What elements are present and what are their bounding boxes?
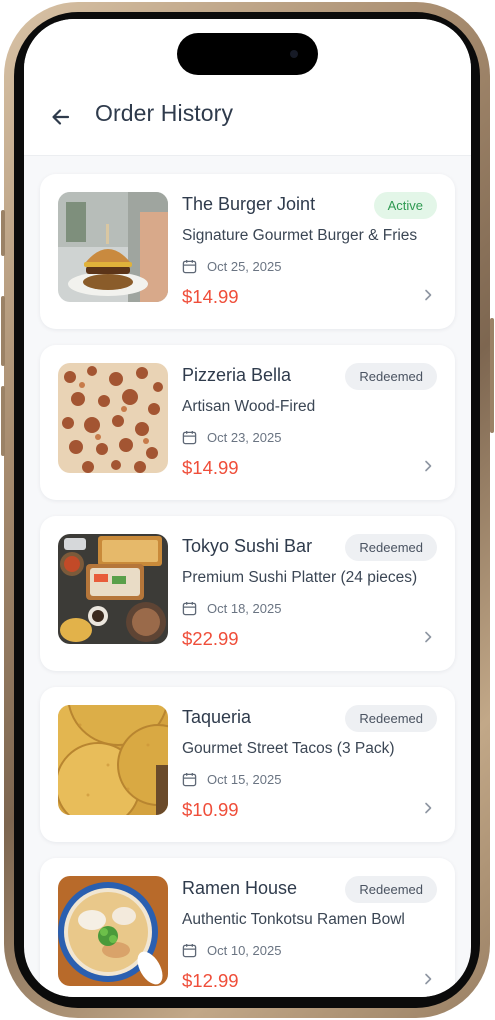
order-item: Artisan Wood-Fired	[182, 398, 316, 415]
burger-photo	[58, 192, 168, 302]
status-badge: Active	[373, 192, 437, 219]
arrow-left-icon	[52, 109, 70, 125]
order-date: Oct 25, 2025	[207, 258, 282, 274]
dynamic-island	[177, 33, 318, 75]
calendar-icon	[182, 601, 197, 615]
order-date: Oct 15, 2025	[207, 771, 282, 787]
side-button-left-2	[1, 296, 5, 366]
status-badge: Redeemed	[345, 876, 437, 903]
order-card[interactable]: Pizzeria Bella Redeemed Artisan Wood-Fir…	[40, 345, 455, 500]
order-date: Oct 10, 2025	[207, 942, 282, 958]
order-card[interactable]: Ramen House Redeemed Authentic Tonkotsu …	[40, 858, 455, 997]
order-card[interactable]: Tokyo Sushi Bar Redeemed Premium Sushi P…	[40, 516, 455, 671]
calendar-icon	[182, 430, 197, 444]
order-card[interactable]: The Burger Joint Active Signature Gourme…	[40, 174, 455, 329]
order-date-row: Oct 25, 2025	[182, 257, 281, 275]
pizza-photo	[58, 363, 168, 473]
side-button-left-3	[1, 386, 5, 456]
restaurant-name: Tokyo Sushi Bar	[182, 536, 313, 556]
calendar-icon	[182, 259, 197, 273]
order-date-row: Oct 23, 2025	[182, 428, 281, 446]
status-badge: Redeemed	[345, 363, 437, 390]
side-button-left-1	[1, 210, 5, 256]
order-price: $22.99	[182, 628, 239, 649]
order-item: Gourmet Street Tacos (3 Pack)	[182, 740, 395, 757]
status-badge: Redeemed	[345, 705, 437, 732]
order-price: $12.99	[182, 970, 239, 991]
app-screen: Order History The Burger Joint Active Si…	[24, 19, 471, 997]
chevron-right-icon	[425, 289, 432, 301]
calendar-icon	[182, 943, 197, 957]
sushi-photo	[58, 534, 168, 644]
order-date: Oct 23, 2025	[207, 429, 282, 445]
tacos-photo	[58, 705, 168, 815]
order-date: Oct 18, 2025	[207, 600, 282, 616]
order-price: $10.99	[182, 799, 239, 820]
order-item: Authentic Tonkotsu Ramen Bowl	[182, 911, 405, 928]
ramen-photo	[58, 876, 168, 986]
order-date-row: Oct 18, 2025	[182, 599, 281, 617]
order-price: $14.99	[182, 286, 239, 307]
camera-dot	[290, 50, 298, 58]
restaurant-name: Pizzeria Bella	[182, 365, 292, 385]
order-item: Signature Gourmet Burger & Fries	[182, 227, 418, 244]
side-button-right	[490, 318, 494, 433]
page-title: Order History	[95, 100, 234, 126]
restaurant-name: Ramen House	[182, 878, 298, 898]
chevron-right-icon	[425, 631, 432, 643]
calendar-icon	[182, 772, 197, 786]
order-date-row: Oct 10, 2025	[182, 941, 281, 959]
back-button[interactable]	[46, 102, 76, 132]
order-item: Premium Sushi Platter (24 pieces)	[182, 569, 418, 586]
chevron-right-icon	[425, 460, 432, 472]
status-badge: Redeemed	[345, 534, 437, 561]
chevron-right-icon	[425, 973, 432, 985]
restaurant-name: The Burger Joint	[182, 194, 316, 214]
chevron-right-icon	[425, 802, 432, 814]
order-card[interactable]: Taqueria Redeemed Gourmet Street Tacos (…	[40, 687, 455, 842]
order-date-row: Oct 15, 2025	[182, 770, 281, 788]
order-price: $14.99	[182, 457, 239, 478]
restaurant-name: Taqueria	[182, 707, 252, 727]
